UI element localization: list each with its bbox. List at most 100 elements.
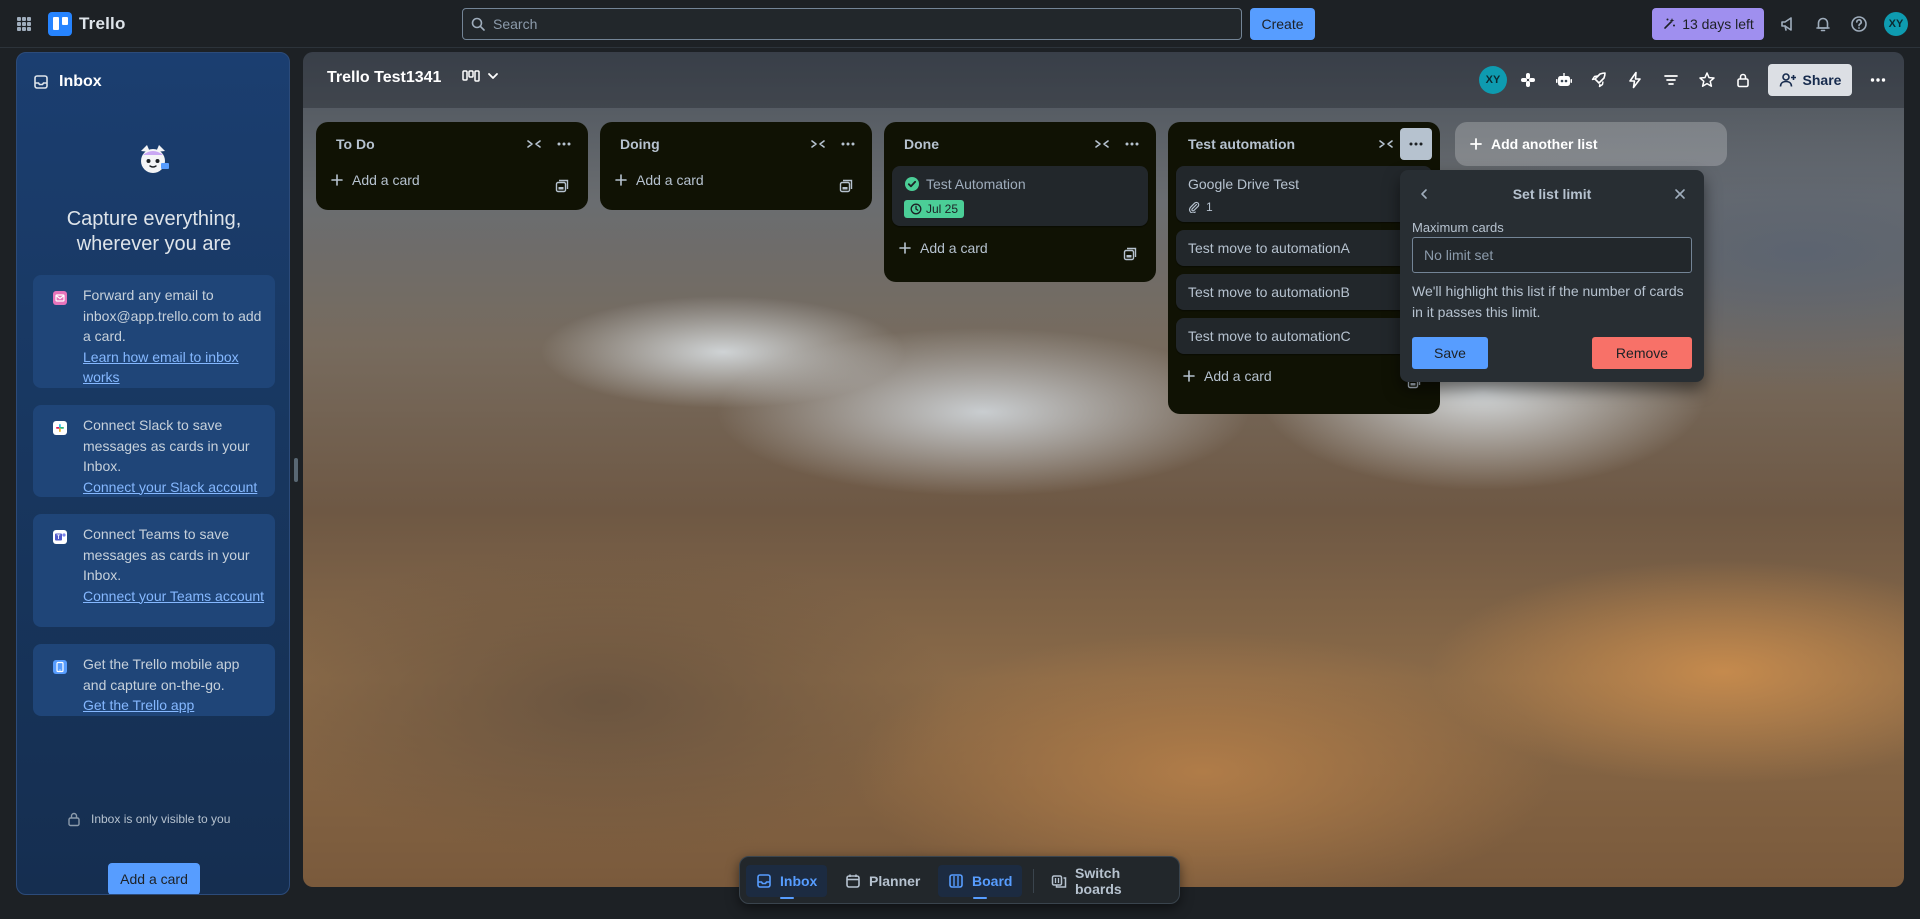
add-card-button[interactable]: Add a card <box>614 172 704 188</box>
clock-icon <box>910 203 922 215</box>
list-menu-icon[interactable] <box>1120 132 1144 156</box>
slack-info-card: Connect Slack to save messages as cards … <box>33 405 275 497</box>
email-info-text: Forward any email to inbox@app.trello.co… <box>83 287 262 344</box>
card-template-icon[interactable] <box>552 176 572 196</box>
power-ups-icon[interactable] <box>1516 68 1540 92</box>
collapse-list-icon[interactable] <box>522 132 546 156</box>
panel-resize-handle[interactable] <box>294 458 298 482</box>
collapse-list-icon[interactable] <box>806 132 830 156</box>
filter-icon[interactable] <box>1659 68 1683 92</box>
card-test-move-c[interactable]: Test move to automationC <box>1176 318 1432 354</box>
maximum-cards-input[interactable] <box>1412 237 1692 273</box>
inbox-panel: Inbox Capture everything, wherever you a… <box>16 52 290 895</box>
app-name: Trello <box>79 14 126 33</box>
plus-icon <box>330 173 344 187</box>
card-test-move-a[interactable]: Test move to automationA <box>1176 230 1432 266</box>
list-done: Done Test Automation Jul 25 Add a card <box>884 122 1156 282</box>
user-avatar[interactable]: XY <box>1884 12 1908 36</box>
automation-robot-icon[interactable] <box>1552 68 1576 92</box>
top-navigation-bar: Trello Create 13 days left XY <box>0 0 1920 48</box>
switcher-switch-boards[interactable]: Switch boards <box>1041 865 1179 897</box>
list-menu-icon[interactable] <box>552 132 576 156</box>
visibility-lock-icon[interactable] <box>1731 68 1755 92</box>
add-user-icon <box>1779 72 1797 88</box>
collapse-list-icon[interactable] <box>1374 132 1398 156</box>
search-icon <box>471 17 485 31</box>
slack-info-link[interactable]: Connect your Slack account <box>83 477 265 498</box>
inbox-add-card-button[interactable]: Add a card <box>108 863 200 894</box>
svg-text:T: T <box>57 535 61 541</box>
star-icon[interactable] <box>1695 68 1719 92</box>
email-info-link[interactable]: Learn how email to inbox works <box>83 347 265 388</box>
app-switcher-icon[interactable] <box>12 12 36 36</box>
list-title[interactable]: Test automation <box>1188 136 1295 152</box>
board-icon <box>948 873 964 889</box>
card-test-move-b[interactable]: Test move to automationB <box>1176 274 1432 310</box>
card-template-icon[interactable] <box>836 176 856 196</box>
list-title[interactable]: Done <box>904 136 939 152</box>
add-card-button[interactable]: Add a card <box>898 240 988 256</box>
attachment-badge: 1 <box>1188 200 1420 214</box>
board-member-avatar[interactable]: XY <box>1479 66 1507 94</box>
add-another-list-button[interactable]: Add another list <box>1455 122 1727 166</box>
switch-boards-icon <box>1051 873 1067 889</box>
switcher-divider <box>1033 869 1034 893</box>
share-label: Share <box>1802 72 1842 88</box>
card-template-icon[interactable] <box>1120 244 1140 264</box>
collapse-list-icon[interactable] <box>1090 132 1114 156</box>
slack-icon <box>53 421 67 435</box>
due-date-badge[interactable]: Jul 25 <box>904 200 965 218</box>
trial-days-button[interactable]: 13 days left <box>1652 8 1764 40</box>
search-input[interactable] <box>493 16 1213 32</box>
plus-icon <box>1182 369 1196 383</box>
list-limit-help-text: We'll highlight this list if the number … <box>1412 283 1684 320</box>
mobile-icon <box>53 660 67 674</box>
teams-info-link[interactable]: Connect your Teams account <box>83 586 265 607</box>
remove-button[interactable]: Remove <box>1592 337 1692 369</box>
list-menu-icon[interactable] <box>836 132 860 156</box>
search-bar[interactable] <box>462 8 1242 40</box>
sparkle-icon <box>1662 17 1676 31</box>
list-title[interactable]: To Do <box>336 136 375 152</box>
completed-check-icon[interactable] <box>904 176 920 192</box>
inbox-header: Inbox <box>33 73 102 91</box>
megaphone-icon[interactable] <box>1776 12 1800 36</box>
add-card-button[interactable]: Add a card <box>330 172 420 188</box>
switcher-board[interactable]: Board <box>938 865 1023 899</box>
trial-days-label: 13 days left <box>1682 16 1754 32</box>
list-doing: Doing Add a card <box>600 122 872 210</box>
board-menu-icon[interactable] <box>1866 68 1890 92</box>
board-title[interactable]: Trello Test1341 <box>327 69 441 87</box>
card-title: Test move to automationC <box>1188 328 1351 344</box>
rocket-icon[interactable] <box>1587 68 1611 92</box>
chevron-down-icon <box>485 68 501 84</box>
card-test-automation[interactable]: Test Automation Jul 25 <box>892 166 1148 226</box>
board-view-switcher[interactable] <box>461 68 501 84</box>
switcher-inbox[interactable]: Inbox <box>746 865 828 899</box>
bell-icon[interactable] <box>1811 12 1835 36</box>
create-button[interactable]: Create <box>1250 8 1315 40</box>
help-icon[interactable] <box>1847 12 1871 36</box>
add-card-button[interactable]: Add a card <box>1182 368 1272 384</box>
card-google-drive-test[interactable]: Google Drive Test 1 <box>1176 166 1432 222</box>
lightning-icon[interactable] <box>1623 68 1647 92</box>
card-title: Test move to automationB <box>1188 284 1350 300</box>
list-title[interactable]: Doing <box>620 136 660 152</box>
trello-logo-icon <box>48 12 72 36</box>
board-header: Trello Test1341 XY Share <box>303 52 1904 108</box>
inbox-mascot-icon <box>135 141 171 177</box>
bottom-view-switcher: Inbox Planner Board Switch boards <box>739 856 1180 904</box>
share-button[interactable]: Share <box>1768 64 1852 96</box>
list-menu-icon[interactable] <box>1400 128 1432 160</box>
paperclip-icon <box>1188 201 1200 213</box>
card-title: Google Drive Test <box>1188 176 1300 192</box>
popover-title: Set list limit <box>1512 186 1592 202</box>
set-list-limit-popover: Set list limit Maximum cards We'll highl… <box>1400 170 1704 382</box>
inbox-title: Inbox <box>59 73 102 90</box>
plus-icon <box>614 173 628 187</box>
trello-logo[interactable]: Trello <box>48 12 126 36</box>
close-icon[interactable] <box>1668 182 1692 206</box>
mobile-info-link[interactable]: Get the Trello app <box>83 695 265 716</box>
save-button[interactable]: Save <box>1412 337 1488 369</box>
switcher-planner[interactable]: Planner <box>835 865 930 897</box>
